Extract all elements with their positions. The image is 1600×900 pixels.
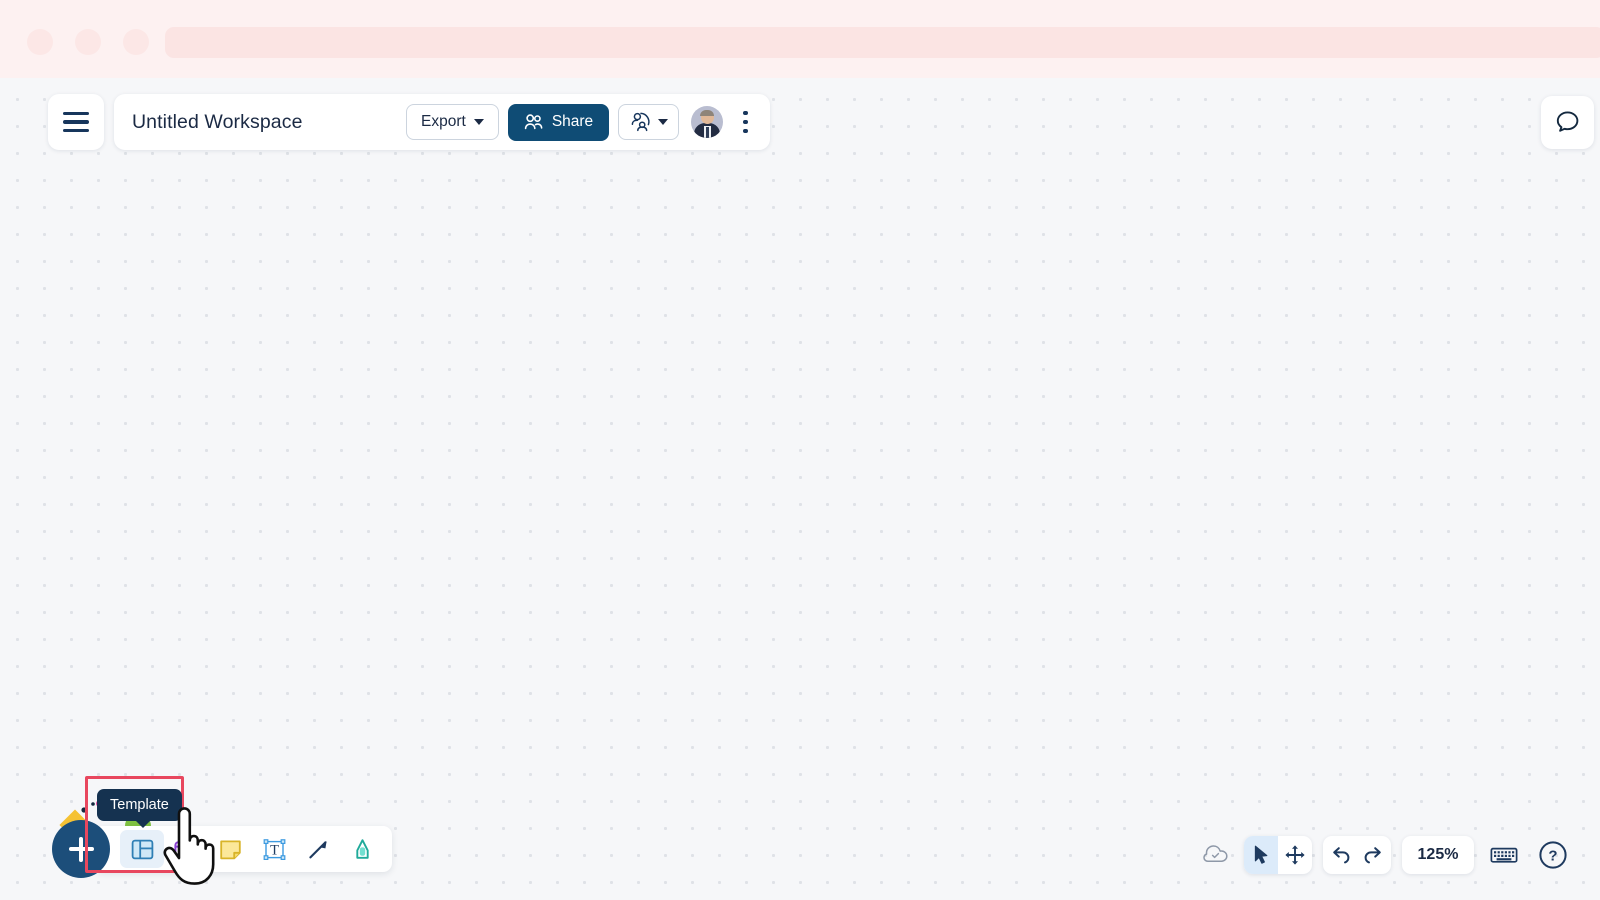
pointer-mode-group (1244, 836, 1312, 874)
card-shape-icon (174, 840, 198, 858)
minimize-dot[interactable] (75, 29, 101, 55)
template-tooltip: Template (97, 789, 182, 828)
shape-tool[interactable] (164, 830, 208, 868)
chat-button[interactable] (1541, 96, 1594, 149)
help-button[interactable]: ? (1534, 836, 1572, 874)
permissions-button[interactable] (618, 104, 680, 140)
chevron-down-icon (658, 119, 669, 125)
highlighter-pen-icon (355, 838, 369, 859)
svg-text:?: ? (1548, 847, 1557, 864)
sticky-note-tool[interactable] (208, 830, 252, 868)
share-button[interactable]: Share (507, 103, 610, 141)
traffic-lights (27, 29, 149, 55)
title-bar: Export Share (114, 94, 770, 150)
cursor-arrow-icon (1254, 845, 1268, 864)
more-options-button[interactable] (738, 107, 753, 138)
app-header: Export Share (48, 94, 770, 150)
text-tool[interactable]: T (252, 830, 296, 868)
svg-text:T: T (270, 842, 279, 858)
export-label: Export (421, 113, 466, 130)
view-controls: 125% ? (1199, 836, 1572, 874)
cloud-check-icon (1203, 845, 1228, 862)
workspace-app: Export Share (0, 0, 1600, 900)
save-status-button[interactable] (1199, 838, 1233, 872)
text-box-icon: T (263, 838, 285, 860)
redo-button[interactable] (1357, 836, 1391, 874)
undo-arrow-icon (1333, 847, 1350, 864)
zoom-level-button[interactable]: 125% (1402, 836, 1474, 874)
sticky-note-icon (219, 840, 241, 859)
person-access-icon (631, 112, 650, 132)
menu-button[interactable] (48, 94, 104, 150)
close-dot[interactable] (27, 29, 53, 55)
people-icon (524, 114, 543, 130)
create-toolbar: T (52, 800, 392, 878)
tool-strip: T (94, 826, 392, 872)
redo-arrow-icon (1364, 847, 1381, 864)
chevron-down-icon (473, 119, 484, 125)
share-label: Share (551, 113, 594, 130)
template-panel-icon (131, 839, 153, 859)
template-tool[interactable] (120, 830, 164, 868)
arrow-icon (308, 840, 327, 858)
select-tool-button[interactable] (1244, 836, 1278, 874)
keyboard-shortcuts-button[interactable] (1485, 836, 1523, 874)
connector-tool[interactable] (296, 830, 340, 868)
user-avatar[interactable] (691, 106, 724, 138)
maximize-dot[interactable] (123, 29, 149, 55)
chat-bubble-icon (1556, 111, 1579, 132)
browser-chrome (0, 0, 1600, 78)
question-circle-icon: ? (1539, 841, 1567, 869)
highlighter-tool[interactable] (340, 830, 384, 868)
history-group (1323, 836, 1391, 874)
keyboard-icon (1490, 847, 1518, 863)
kebab-menu-icon (743, 110, 748, 116)
hamburger-icon (63, 111, 89, 133)
export-button[interactable]: Export (406, 104, 499, 140)
browser-url-bar[interactable] (165, 27, 1600, 58)
pan-tool-button[interactable] (1278, 836, 1312, 874)
canvas-surface[interactable] (0, 78, 1600, 900)
workspace-title-input[interactable] (114, 110, 406, 134)
undo-button[interactable] (1323, 836, 1357, 874)
add-item-button[interactable] (52, 820, 110, 878)
move-arrows-icon (1285, 845, 1305, 865)
